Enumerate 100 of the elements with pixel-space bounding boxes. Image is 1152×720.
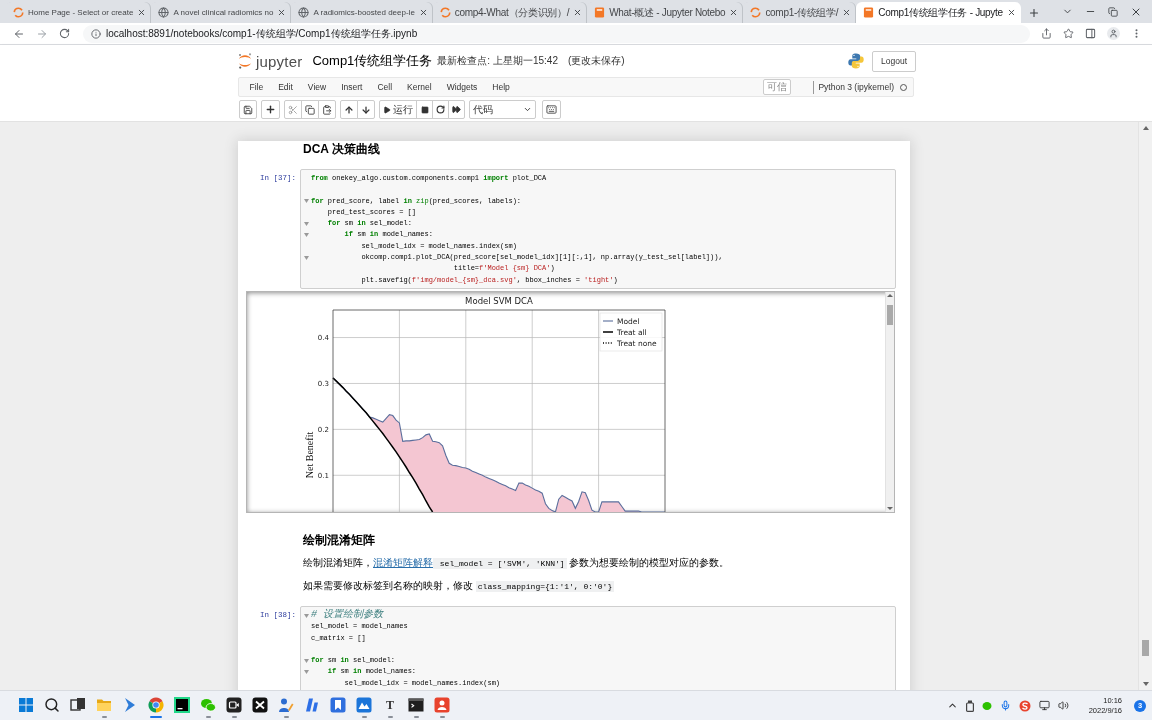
move-down-button[interactable] [357,100,375,119]
ring-icon [439,7,451,18]
browser-tab[interactable]: comp4-What（分类识别）/ [432,2,588,23]
close-icon[interactable] [418,8,428,17]
bookmark-star-icon[interactable] [1063,28,1074,39]
share-icon[interactable] [1041,28,1052,39]
profile-icon[interactable] [1107,27,1120,40]
menu-item[interactable]: Help [484,82,518,92]
mountain-tile-icon[interactable] [356,697,372,713]
browser-tab[interactable]: A radiomics-boosted deep-le [291,2,433,23]
save-icon [243,104,253,115]
trusted-indicator[interactable]: 可信 [763,79,792,95]
close-icon[interactable] [277,8,287,17]
browser-tab[interactable]: comp1-传统组学/ [743,2,857,23]
run-all-button[interactable] [448,100,465,119]
fold-arrow-icon[interactable] [304,233,309,238]
legend-line-icon [602,331,614,333]
browser-tab[interactable]: What-概述 - Jupyter Notebo [587,2,744,23]
fold-arrow-icon[interactable] [304,221,309,226]
plus-icon[interactable] [1027,6,1040,19]
menu-item[interactable]: Widgets [439,82,485,92]
restart-button[interactable] [432,100,449,119]
dot-icon[interactable] [981,700,992,711]
cursor-tile-icon[interactable] [174,697,190,713]
chart-title: Model SVM DCA [465,295,533,306]
move-up-button[interactable] [340,100,358,119]
cell-type-select[interactable]: 代码 [469,100,536,119]
caret-icon [523,105,532,114]
terminal-icon[interactable] [408,697,424,713]
save-button[interactable] [239,100,257,119]
logo-arcs-icon [238,53,252,69]
close-icon[interactable] [729,8,739,17]
battery-icon[interactable] [965,699,974,712]
page-scrollbar[interactable] [1138,122,1152,690]
notebook-title[interactable]: Comp1传统组学任务 [312,52,433,70]
fold-arrow-icon[interactable] [304,199,309,204]
copy-button[interactable] [301,100,319,119]
letter-app-icon[interactable]: T [382,697,398,713]
fold-arrow-icon[interactable] [304,613,309,618]
speaker-icon[interactable] [1057,700,1069,711]
slanted-bars-icon[interactable] [304,697,320,713]
logout-button[interactable]: Logout [872,50,916,72]
checkpoint-text: 最新检查点: 上星期一15:42 [437,54,558,68]
address-field[interactable]: localhost:8891/notebooks/comp1-传统组学/Comp1传统组学任务.ipynb [83,24,1030,43]
scrollbar[interactable] [885,291,894,512]
notebook-icon [863,7,875,18]
close-icon[interactable] [573,8,583,17]
monitor-icon[interactable] [1038,700,1050,711]
fold-arrow-icon[interactable] [304,670,309,675]
tile-logo-icon[interactable] [434,697,450,713]
copy-icon [305,104,315,115]
reload-icon[interactable] [59,28,70,39]
search-icon[interactable] [44,697,60,713]
browser-tab[interactable]: Comp1传统组学任务 - Jupyte [856,2,1021,23]
side-panel-icon[interactable] [1085,28,1096,39]
info-icon[interactable] [91,28,101,39]
browser-tab[interactable]: A novel clinical radiomics no [151,2,292,23]
link[interactable]: 混淆矩阵解释 [373,556,433,568]
legend-line-icon [602,342,614,344]
microphone-icon[interactable] [999,700,1011,711]
paste-button[interactable] [318,100,336,119]
menu-item[interactable]: Edit [270,82,301,92]
restore-icon[interactable] [1108,6,1118,17]
legend-line-icon [602,320,614,322]
autosave-status: (更改未保存) [567,54,625,68]
menu-item[interactable]: Insert [333,82,370,92]
cross-tile-icon[interactable] [252,697,268,713]
section-heading: 绘制混淆矩阵 [303,531,375,548]
close-icon[interactable] [1006,8,1016,17]
scissors-icon [288,104,298,115]
logo-icon [848,53,864,69]
run-button[interactable]: 运行 [379,100,417,119]
keyboard-button[interactable] [542,100,561,119]
paragraph: 绘制混淆矩阵，混淆矩阵解释 sel_model = ['SVM', 'KNN'] 参数为想要绘制的模型对应的参数。 [303,555,730,571]
code-line: # 设置绘制参数 [311,609,383,622]
start-grid-icon[interactable] [18,697,34,713]
code-editor[interactable] [300,169,896,289]
swirl-icon[interactable] [1018,699,1031,712]
kernel-name[interactable]: Python 3 (ipykernel) [813,80,894,94]
close-icon[interactable] [842,8,852,17]
menu-item[interactable]: Cell [369,82,400,92]
close-icon[interactable] [137,8,147,17]
fast-forward-icon [452,105,461,114]
ring-icon [750,7,762,18]
globe-icon [158,7,170,18]
bookmark-tile-icon[interactable] [330,697,346,713]
fold-arrow-icon[interactable] [304,255,309,260]
menu-item[interactable]: Kernel [399,82,440,92]
fold-arrow-icon[interactable] [304,658,309,663]
notebook-icon [594,7,606,18]
play-icon [383,105,391,114]
menu-item[interactable]: View [300,82,334,92]
browser-icon[interactable] [148,697,164,713]
browser-tab[interactable]: Home Page - Select or create [6,2,152,23]
menu-item[interactable]: File [242,82,271,92]
user-pen-icon[interactable] [278,697,294,713]
insert-cell-button[interactable] [261,100,280,119]
camera-icon[interactable] [226,697,242,713]
back-icon[interactable] [13,27,25,40]
task-view-icon[interactable] [70,697,86,713]
